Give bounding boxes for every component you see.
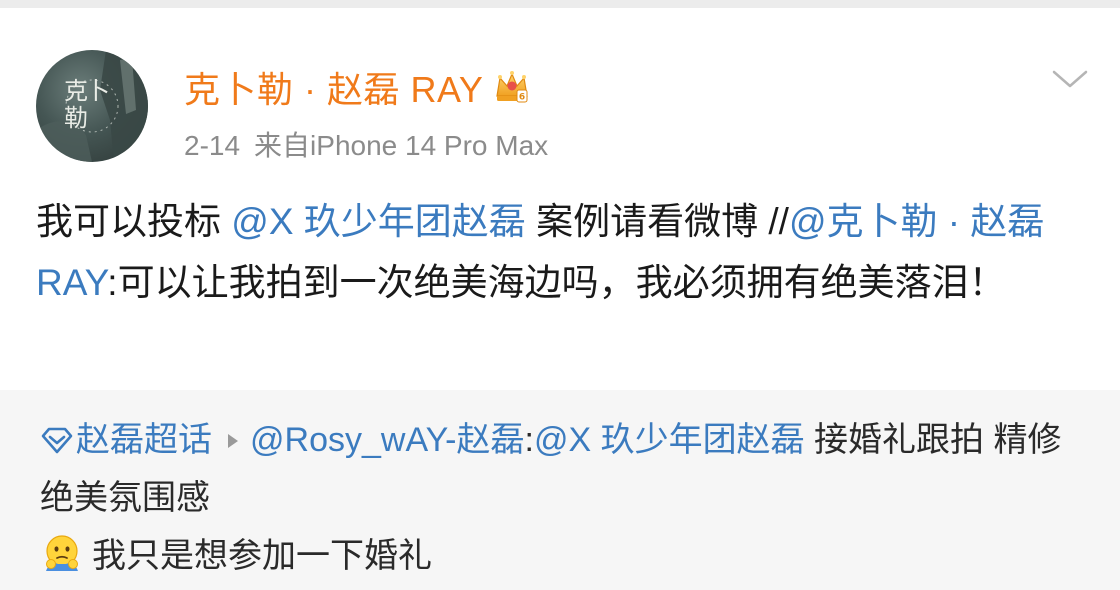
thinking-emoji-icon	[46, 535, 78, 571]
mention-link-1[interactable]: @X 玖少年团赵磊	[231, 201, 526, 242]
avatar[interactable]: 克卜勒	[36, 50, 148, 162]
repost-author-link[interactable]: @Rosy_wAY-赵磊	[250, 421, 524, 459]
repost-mention-link[interactable]: @X 玖少年团赵磊	[534, 421, 805, 459]
avatar-text: 克卜勒	[64, 77, 110, 132]
repost-colon: :	[524, 421, 534, 459]
repost-content: 赵磊超话 @Rosy_wAY-赵磊:@X 玖少年团赵磊 接婚礼跟拍 精修绝美氛围…	[40, 411, 1090, 585]
chevron-down-icon[interactable]	[1048, 64, 1092, 94]
post-date: 2-14	[184, 130, 241, 161]
body-text-3: :可以让我拍到一次绝美海边吗，我必须拥有绝美落泪！	[107, 262, 1006, 303]
author-name[interactable]: 克卜勒 · 赵磊 RAY	[184, 61, 483, 113]
weibo-post: 克卜勒 克卜勒 · 赵磊 RAY 6 2-14 来自iPhone 14 Pro M…	[0, 8, 1120, 390]
post-meta: 2-14 来自iPhone 14 Pro Max	[184, 124, 548, 164]
repost-card[interactable]: 赵磊超话 @Rosy_wAY-赵磊:@X 玖少年团赵磊 接婚礼跟拍 精修绝美氛围…	[0, 390, 1120, 590]
author-row: 克卜勒 · 赵磊 RAY 6	[184, 62, 531, 112]
post-body: 我可以投标 @X 玖少年团赵磊 案例请看微博 //@克卜勒 · 赵磊 RAY:可…	[36, 191, 1086, 313]
crown-vip-icon[interactable]: 6	[493, 68, 531, 106]
svg-text:6: 6	[519, 93, 525, 103]
top-separator	[0, 0, 1120, 8]
repost-reply-text: 我只是想参加一下婚礼	[92, 537, 432, 575]
diamond-icon	[41, 427, 73, 454]
body-text-1: 我可以投标	[36, 201, 232, 242]
post-source: 来自iPhone 14 Pro Max	[254, 130, 549, 161]
body-text-2: 案例请看微博 //	[525, 201, 789, 242]
super-topic-link[interactable]: 赵磊超话	[76, 421, 212, 459]
play-arrow-icon	[228, 434, 238, 448]
